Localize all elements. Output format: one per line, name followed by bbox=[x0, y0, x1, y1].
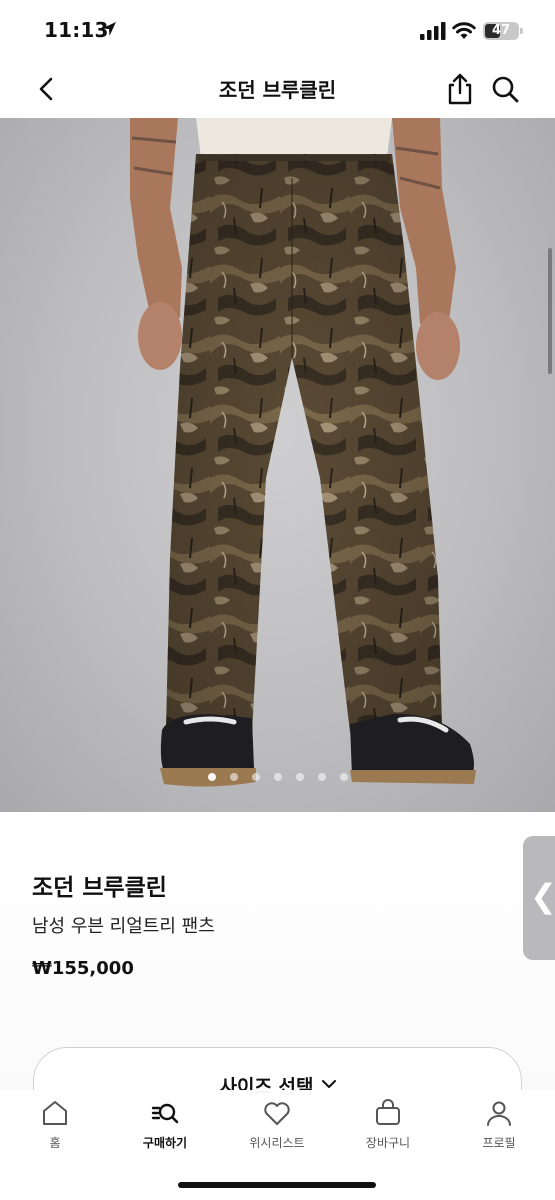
nav-label-shop: 구매하기 bbox=[142, 1136, 188, 1150]
search-icon[interactable] bbox=[490, 74, 520, 104]
carousel-dot[interactable] bbox=[339, 773, 348, 781]
heart-icon bbox=[264, 1102, 290, 1125]
battery-cap bbox=[520, 28, 523, 34]
carousel-dot[interactable] bbox=[229, 773, 238, 781]
status-time: 11:13 bbox=[44, 18, 109, 42]
carousel-dot[interactable] bbox=[207, 773, 216, 781]
nav-label-home: 홈 bbox=[49, 1136, 61, 1150]
side-panel-handle[interactable]: ❮ bbox=[523, 836, 555, 960]
scroll-indicator bbox=[548, 248, 552, 374]
wifi-icon bbox=[452, 22, 476, 39]
product-photo bbox=[130, 118, 476, 787]
carousel-pagination[interactable] bbox=[0, 773, 555, 785]
nav-item-profile[interactable]: 프로필 bbox=[454, 1098, 544, 1158]
cellular-signal-icon bbox=[420, 22, 446, 40]
carousel-dot[interactable] bbox=[295, 773, 304, 781]
location-arrow-icon bbox=[102, 22, 116, 36]
carousel-dot[interactable] bbox=[317, 773, 326, 781]
nav-item-home[interactable]: 홈 bbox=[10, 1098, 100, 1158]
product-price: ₩155,000 bbox=[32, 958, 134, 979]
carousel-dot[interactable] bbox=[251, 773, 260, 781]
status-bar: 11:13 47 bbox=[0, 0, 555, 62]
shop-search-icon bbox=[151, 1103, 179, 1124]
share-icon[interactable] bbox=[444, 72, 476, 106]
nav-label-wishlist: 위시리스트 bbox=[249, 1136, 305, 1150]
nav-item-wishlist[interactable]: 위시리스트 bbox=[232, 1098, 322, 1158]
nav-label-cart: 장바구니 bbox=[365, 1136, 411, 1150]
battery-percent: 47 bbox=[491, 23, 511, 38]
product-name: 남성 우븐 리얼트리 팬츠 bbox=[32, 916, 215, 937]
nav-item-cart[interactable]: 장바구니 bbox=[343, 1098, 433, 1158]
chevron-down-icon bbox=[321, 1080, 336, 1088]
carousel-dot[interactable] bbox=[273, 773, 282, 781]
product-brand: 조던 브루클린 bbox=[32, 875, 167, 901]
app-header: 조던 브루클린 bbox=[0, 62, 555, 118]
nav-item-shop[interactable]: 구매하기 bbox=[120, 1098, 210, 1158]
profile-icon bbox=[487, 1101, 511, 1126]
product-image-carousel[interactable] bbox=[0, 118, 555, 812]
bag-icon bbox=[376, 1099, 400, 1125]
battery-icon: 47 bbox=[483, 22, 519, 40]
chevron-left-icon: ❮ bbox=[530, 877, 555, 915]
home-indicator[interactable] bbox=[178, 1182, 376, 1188]
home-icon bbox=[43, 1101, 67, 1125]
nav-label-profile: 프로필 bbox=[482, 1136, 516, 1150]
